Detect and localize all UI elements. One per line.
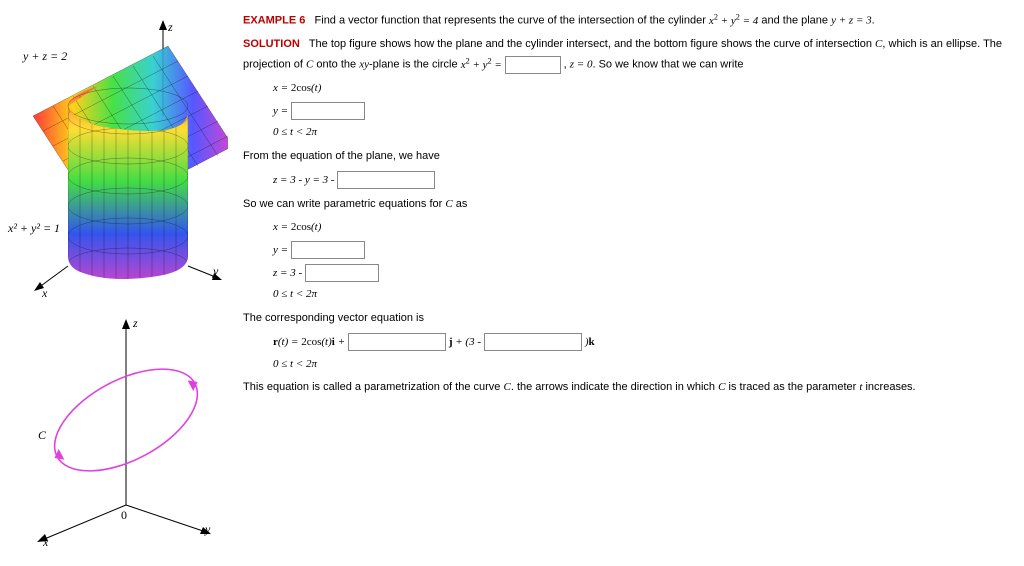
example-number: EXAMPLE 6 bbox=[243, 15, 305, 27]
y-axis-label: y bbox=[213, 264, 218, 279]
curve-c-label: C bbox=[38, 428, 46, 443]
blank-y-param-2[interactable] bbox=[291, 241, 365, 259]
example-heading: EXAMPLE 6 Find a vector function that re… bbox=[243, 10, 1022, 30]
z-plane-block: z = 3 - y = 3 - bbox=[273, 171, 1022, 190]
blank-z-plane[interactable] bbox=[337, 171, 435, 189]
x-axis-label: x bbox=[42, 286, 47, 301]
vector-intro: The corresponding vector equation is bbox=[243, 310, 1022, 328]
vector-eq-block: r(t) = 2cos(t)i + j + (3 - )k 0 ≤ t < 2π bbox=[273, 333, 1022, 373]
blank-z-param[interactable] bbox=[305, 264, 379, 282]
plane-eq-label: y + z = 2 bbox=[23, 49, 67, 64]
final-text: This equation is called a parametrizatio… bbox=[243, 379, 1022, 397]
param-intro: So we can write parametric equations for… bbox=[243, 196, 1022, 214]
z-axis-label: z bbox=[168, 20, 173, 35]
blank-j-component[interactable] bbox=[348, 333, 446, 351]
solution-block: SOLUTION The top figure shows how the pl… bbox=[243, 36, 1022, 74]
plane-text: From the equation of the plane, we have bbox=[243, 148, 1022, 166]
param-block-2: x = 2cos(t) y = z = 3 - 0 ≤ t < 2π bbox=[273, 219, 1022, 303]
figure-2-curve: z C 0 x y bbox=[8, 310, 228, 550]
blank-circle-radius[interactable] bbox=[505, 56, 561, 74]
blank-y-param-1[interactable] bbox=[291, 102, 365, 120]
example-prompt: Find a vector function that represents t… bbox=[315, 15, 709, 27]
solution-label: SOLUTION bbox=[243, 38, 300, 50]
text-column: EXAMPLE 6 Find a vector function that re… bbox=[243, 8, 1024, 550]
origin-label: 0 bbox=[121, 508, 127, 523]
figure-1-cylinder-plane: z y + z = 2 x² + y² = 1 x y bbox=[8, 16, 228, 306]
figure-column: z y + z = 2 x² + y² = 1 x y bbox=[8, 8, 243, 550]
y-axis-label-2: y bbox=[205, 522, 210, 537]
cylinder-eq-label: x² + y² = 1 bbox=[8, 221, 60, 236]
param-block-1: x = 2cos(t) y = 0 ≤ t < 2π bbox=[273, 80, 1022, 142]
blank-k-component[interactable] bbox=[484, 333, 582, 351]
z-axis-label-2: z bbox=[133, 316, 138, 331]
x-axis-label-2: x bbox=[43, 535, 48, 550]
